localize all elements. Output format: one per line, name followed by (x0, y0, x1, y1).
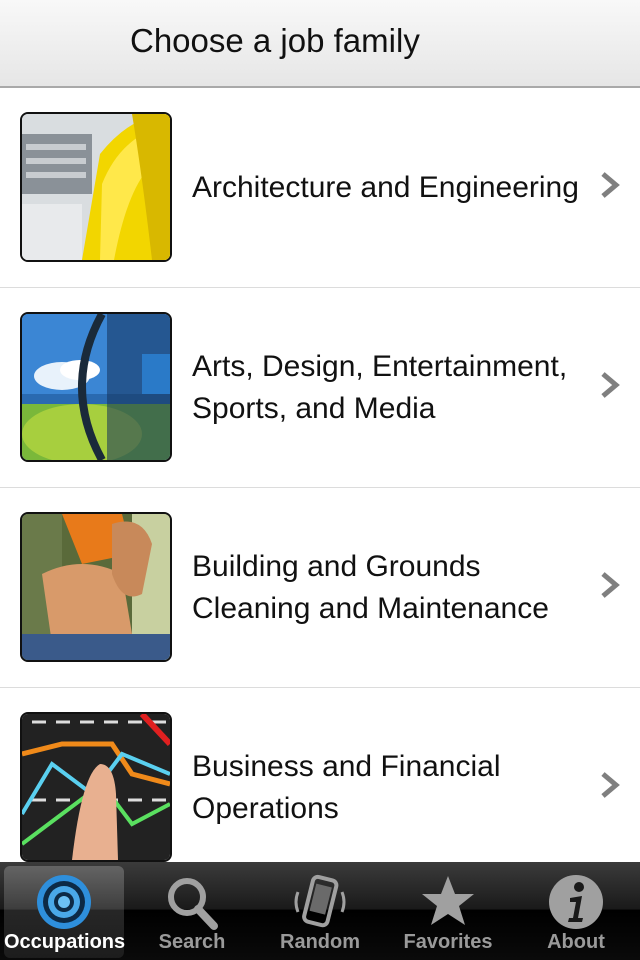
chevron-right-icon (601, 572, 620, 598)
list-item-label: Architecture and Engineering (192, 170, 579, 204)
tab-label: Occupations (4, 931, 126, 953)
tab-random[interactable]: Random (260, 866, 380, 958)
hard-hat-thumbnail (20, 112, 172, 262)
target-icon (37, 875, 91, 929)
magnifier-icon (168, 878, 218, 930)
list-item-architecture-engineering[interactable]: Architecture and Engineering (0, 88, 640, 288)
tab-label: Search (158, 931, 226, 953)
lens-landscape-thumbnail (20, 312, 172, 462)
list-item-label: Building and Grounds Cleaning and Mainte… (192, 549, 549, 625)
list-item-label: Arts, Design, Entertainment, Sports, and… (192, 349, 568, 425)
chevron-right-icon (601, 772, 620, 798)
chevron-right-icon (601, 372, 620, 398)
tab-search[interactable]: Search (132, 866, 252, 958)
tab-favorites[interactable]: Favorites (388, 866, 508, 958)
tab-about[interactable]: About (516, 866, 636, 958)
hands-tool-thumbnail (20, 512, 172, 662)
star-icon (422, 876, 474, 925)
navigation-bar: Choose a job family (0, 0, 640, 88)
info-icon (549, 875, 603, 929)
touch-chart-thumbnail (20, 712, 172, 862)
job-family-list[interactable]: Architecture and Engineering Arts, Desig… (0, 88, 640, 862)
tab-label: About (547, 931, 605, 953)
list-item-label: Business and Financial Operations (192, 749, 501, 825)
tab-bar: Occupations Search Random Favorites Abou… (0, 862, 640, 960)
shaking-phone-icon (294, 874, 346, 928)
tab-label: Favorites (403, 931, 493, 953)
list-item-building-grounds[interactable]: Building and Grounds Cleaning and Mainte… (0, 488, 640, 688)
chevron-right-icon (601, 172, 620, 198)
tab-label: Random (280, 931, 360, 953)
tab-occupations[interactable]: Occupations (4, 866, 126, 958)
page-title: Choose a job family (130, 22, 420, 59)
list-item-arts-design-media[interactable]: Arts, Design, Entertainment, Sports, and… (0, 288, 640, 488)
list-item-business-financial[interactable]: Business and Financial Operations (0, 688, 640, 862)
